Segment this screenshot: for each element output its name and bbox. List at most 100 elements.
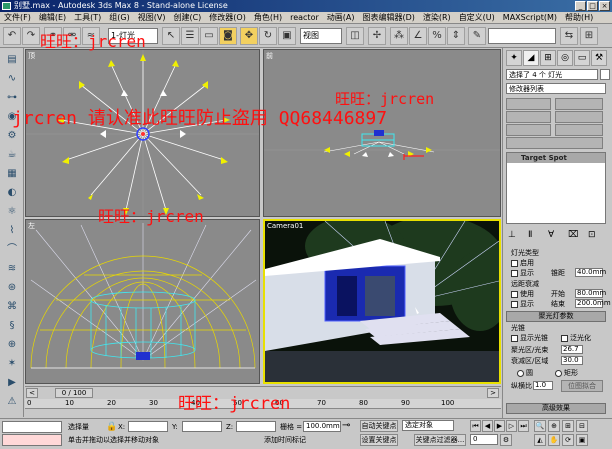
reference-coord-dropdown[interactable]: 视图 bbox=[300, 28, 342, 44]
goto-start-icon[interactable]: ⏮ bbox=[470, 420, 481, 432]
configure-sets-icon[interactable]: ⊡ bbox=[588, 231, 596, 240]
maximize-button[interactable]: □ bbox=[587, 1, 598, 11]
z-coordinate-field[interactable] bbox=[236, 421, 276, 432]
stack-button-3[interactable] bbox=[506, 111, 551, 123]
maximize-viewport-icon[interactable]: ▣ bbox=[576, 434, 588, 446]
snap-toggle-icon[interactable]: ⁂ bbox=[390, 27, 408, 45]
menu-rendering[interactable]: 渲染(R) bbox=[419, 12, 455, 24]
zoom-all-icon[interactable]: ⊕ bbox=[548, 420, 560, 432]
menu-customize[interactable]: 自定义(U) bbox=[455, 12, 499, 24]
y-coordinate-field[interactable] bbox=[182, 421, 222, 432]
stack-item-target-spot[interactable]: Target Spot bbox=[507, 153, 605, 163]
undo-icon[interactable]: ↶ bbox=[3, 27, 21, 45]
named-selection-icon[interactable]: ✎ bbox=[468, 27, 486, 45]
track-bar[interactable]: 0 10 20 30 40 50 60 70 80 90 100 bbox=[25, 399, 501, 409]
display-tab-icon[interactable]: ▭ bbox=[574, 50, 590, 66]
layer-manager-icon[interactable]: ▤ bbox=[3, 52, 21, 67]
pin-stack-icon[interactable]: ⊥ bbox=[508, 231, 516, 240]
menu-help[interactable]: 帮助(H) bbox=[561, 12, 597, 24]
circle-radio[interactable] bbox=[517, 369, 524, 377]
rectangle-radio[interactable] bbox=[555, 369, 562, 377]
set-key-button[interactable]: 设置关键点 bbox=[360, 434, 398, 446]
prev-frame-icon[interactable]: ◀ bbox=[482, 420, 493, 432]
menu-file[interactable]: 文件(F) bbox=[0, 12, 35, 24]
modifier-stack-list[interactable]: Target Spot bbox=[506, 152, 606, 224]
stack-button-4[interactable] bbox=[555, 111, 603, 123]
selection-info-field[interactable]: 选择了 4 个 灯光 bbox=[506, 69, 598, 80]
select-and-rotate-icon[interactable]: ↻ bbox=[259, 27, 277, 45]
preview-icon[interactable]: ▶ bbox=[3, 375, 21, 390]
rope-icon[interactable]: ⌒ bbox=[3, 242, 21, 257]
analyze-icon[interactable]: ⚠ bbox=[3, 394, 21, 409]
cloth-icon[interactable]: ⌇ bbox=[3, 223, 21, 238]
motion-tab-icon[interactable]: ◎ bbox=[557, 50, 573, 66]
lock-selection-icon[interactable]: 🔒 bbox=[106, 422, 117, 432]
menu-character[interactable]: 角色(H) bbox=[250, 12, 286, 24]
menu-group[interactable]: 组(G) bbox=[105, 12, 133, 24]
hotspot-spinner[interactable]: 26.7 bbox=[561, 345, 583, 354]
spring-icon[interactable]: § bbox=[3, 318, 21, 333]
link-icon[interactable]: ⚭ bbox=[44, 27, 62, 45]
viewport-label-front[interactable]: 前 bbox=[266, 51, 273, 61]
viewport-camera[interactable]: Camera01 bbox=[263, 219, 501, 384]
bitmap-fit-button[interactable]: 位图拟合 bbox=[561, 380, 603, 392]
zoom-extents-icon[interactable]: ⊞ bbox=[562, 420, 574, 432]
time-config-icon[interactable]: ⚙ bbox=[500, 434, 512, 446]
stack-button-5[interactable] bbox=[506, 124, 551, 136]
viewport-label-camera[interactable]: Camera01 bbox=[267, 222, 303, 230]
selection-filter-dropdown[interactable]: 1-灯光 bbox=[108, 28, 158, 44]
time-slider[interactable]: < 0 / 100 > bbox=[25, 386, 501, 399]
show-cone-checkbox[interactable] bbox=[511, 334, 518, 342]
time-next-icon[interactable]: > bbox=[487, 388, 499, 398]
modifier-list-dropdown[interactable]: 修改器列表 bbox=[506, 83, 606, 94]
cone-distance-spinner[interactable]: 40.0mm bbox=[575, 268, 606, 277]
pan-icon[interactable]: ✋ bbox=[548, 434, 560, 446]
goto-end-icon[interactable]: ⏭ bbox=[518, 420, 529, 432]
viewport-front[interactable]: 前 bbox=[263, 49, 501, 217]
app-icon[interactable] bbox=[2, 2, 11, 10]
spinner-snap-icon[interactable]: ⇕ bbox=[447, 27, 465, 45]
play-icon[interactable]: ▶ bbox=[494, 420, 505, 432]
viewport-top[interactable]: 顶 bbox=[25, 49, 260, 217]
percent-snap-icon[interactable]: % bbox=[428, 27, 446, 45]
object-color-swatch[interactable] bbox=[600, 69, 610, 80]
overshoot-checkbox[interactable] bbox=[561, 334, 568, 342]
menu-maxscript[interactable]: MAXScript(M) bbox=[499, 12, 561, 24]
curve-editor-icon[interactable]: ∿ bbox=[3, 71, 21, 86]
wind-icon[interactable]: ≋ bbox=[3, 261, 21, 276]
atten-use-checkbox[interactable] bbox=[511, 290, 518, 298]
menu-create[interactable]: 创建(C) bbox=[169, 12, 205, 24]
auto-key-selection-dropdown[interactable]: 选定对象 bbox=[402, 420, 454, 431]
window-crossing-icon[interactable]: ◙ bbox=[219, 27, 237, 45]
named-selection-sets-dropdown[interactable] bbox=[488, 28, 556, 44]
time-slider-thumb[interactable]: 0 / 100 bbox=[55, 388, 93, 398]
aspect-spinner[interactable]: 1.0 bbox=[533, 381, 553, 390]
fov-icon[interactable]: ◭ bbox=[534, 434, 546, 446]
show-end-result-icon[interactable]: Ⅱ bbox=[528, 231, 532, 240]
select-by-name-icon[interactable]: ☰ bbox=[181, 27, 199, 45]
current-frame-field[interactable]: 0 bbox=[470, 434, 498, 445]
bind-space-warp-icon[interactable]: ≈ bbox=[82, 27, 100, 45]
hierarchy-tab-icon[interactable]: ⊞ bbox=[540, 50, 556, 66]
x-coordinate-field[interactable] bbox=[128, 421, 168, 432]
rect-selection-icon[interactable]: ▭ bbox=[200, 27, 218, 45]
pivot-center-icon[interactable]: ◫ bbox=[346, 27, 364, 45]
make-unique-icon[interactable]: ∀ bbox=[548, 231, 554, 240]
viewport-label-left[interactable]: 左 bbox=[28, 221, 35, 231]
add-time-tag-label[interactable]: 添加时间标记 bbox=[264, 435, 306, 445]
maxscript-listener-field[interactable] bbox=[2, 421, 62, 433]
falloff-spinner[interactable]: 30.0 bbox=[561, 356, 583, 365]
menu-edit[interactable]: 编辑(E) bbox=[35, 12, 70, 24]
point-icon[interactable]: ⊕ bbox=[3, 337, 21, 352]
menu-tools[interactable]: 工具(T) bbox=[70, 12, 105, 24]
hinge-icon[interactable]: ⌘ bbox=[3, 299, 21, 314]
atten-show-checkbox[interactable] bbox=[511, 300, 518, 308]
render-type-icon[interactable]: ▦ bbox=[3, 166, 21, 181]
align-icon[interactable]: ⊞ bbox=[580, 27, 598, 45]
next-frame-icon[interactable]: ▷ bbox=[506, 420, 517, 432]
zoom-icon[interactable]: 🔍 bbox=[534, 420, 546, 432]
stack-button-6[interactable] bbox=[555, 124, 603, 136]
stack-button-7[interactable] bbox=[506, 137, 603, 149]
mirror-icon[interactable]: ⇆ bbox=[560, 27, 578, 45]
material-editor-icon[interactable]: ◉ bbox=[3, 109, 21, 124]
